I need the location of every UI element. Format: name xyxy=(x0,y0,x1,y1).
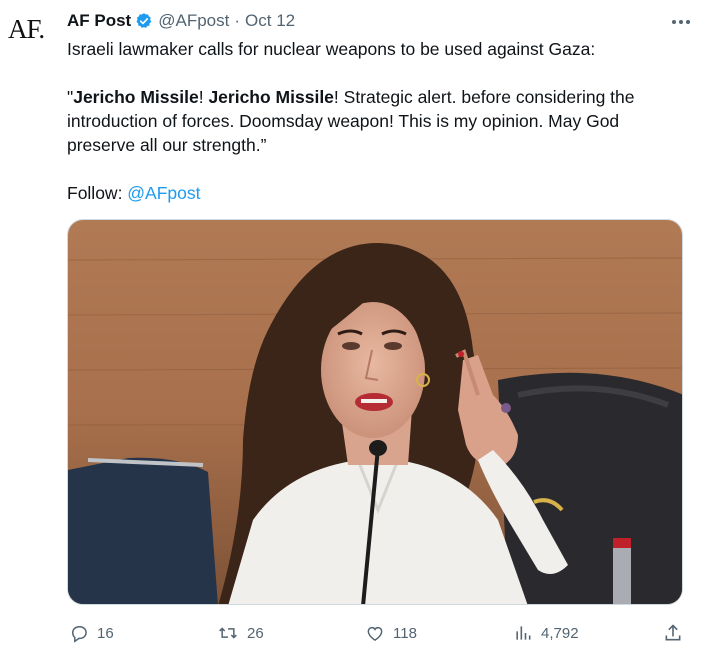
retweet-button[interactable]: 26 xyxy=(217,621,264,645)
share-button[interactable] xyxy=(663,621,691,645)
retweet-count: 26 xyxy=(247,624,264,642)
bold-phrase-2: Jericho Missile xyxy=(208,87,334,107)
reply-button[interactable]: 16 xyxy=(69,621,114,645)
action-bar: 16 26 118 4,792 xyxy=(67,621,687,645)
views-icon xyxy=(516,626,531,640)
tweet-photo[interactable] xyxy=(67,219,683,605)
tweet-date[interactable]: Oct 12 xyxy=(245,11,295,31)
follow-line: Follow: @AFpost xyxy=(67,181,687,205)
author-name[interactable]: AF Post xyxy=(67,11,131,31)
tweet-quote: "Jericho Missile! Jericho Missile! Strat… xyxy=(67,85,687,157)
bold-phrase-1: Jericho Missile xyxy=(73,87,199,107)
views-count: 4,792 xyxy=(541,624,579,642)
author-handle[interactable]: @AFpost xyxy=(158,11,229,31)
like-count: 118 xyxy=(393,624,417,642)
reply-icon xyxy=(71,626,87,643)
like-button[interactable]: 118 xyxy=(365,621,417,645)
avatar[interactable]: AF. xyxy=(8,14,54,60)
share-icon xyxy=(665,624,681,641)
like-icon xyxy=(367,626,383,641)
views-button[interactable]: 4,792 xyxy=(513,621,579,645)
verified-badge-icon xyxy=(135,12,153,30)
separator-dot: · xyxy=(234,11,241,30)
retweet-icon xyxy=(219,627,237,639)
quote-mid: ! xyxy=(198,87,209,107)
reply-count: 16 xyxy=(97,624,114,642)
follow-label: Follow: xyxy=(67,183,128,203)
tweet-line-1: Israeli lawmaker calls for nuclear weapo… xyxy=(67,39,596,59)
more-icon[interactable] xyxy=(668,12,694,32)
tweet-text: Israeli lawmaker calls for nuclear weapo… xyxy=(67,37,687,205)
follow-link[interactable]: @AFpost xyxy=(127,183,200,203)
tweet-header: AF Post @AFpost · Oct 12 xyxy=(67,10,295,32)
